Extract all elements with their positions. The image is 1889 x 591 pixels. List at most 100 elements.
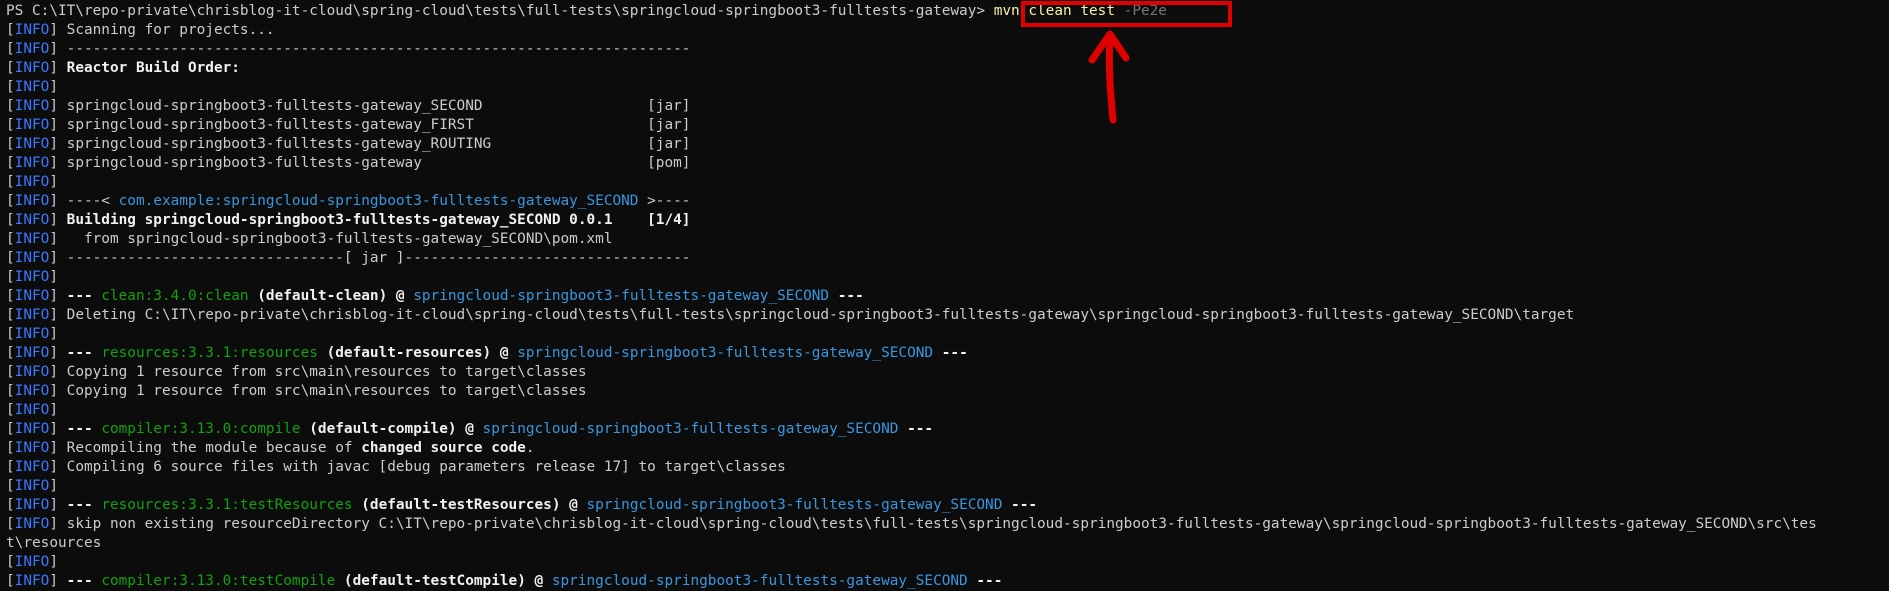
terminal-text: [ <box>6 326 15 342</box>
terminal-text: ] <box>49 402 58 418</box>
terminal-text: --- <box>967 573 1003 589</box>
terminal-text: clean:3.4.0:clean <box>101 288 249 304</box>
terminal-text: @ <box>456 421 483 437</box>
terminal-text: com.example:springcloud-springboot3-full… <box>118 193 639 209</box>
terminal-text: [ <box>6 573 15 589</box>
log-level-label: INFO <box>14 364 50 380</box>
terminal-text: --- <box>1002 497 1038 513</box>
terminal-text: resources:3.3.1:testResources <box>101 497 353 513</box>
terminal-text: (default-clean) <box>248 288 388 304</box>
terminal-line: [INFO] Building springcloud-springboot3-… <box>6 211 1886 230</box>
terminal-text: [ <box>6 212 15 228</box>
terminal-text: [ <box>6 136 15 152</box>
log-level-label: INFO <box>14 231 50 247</box>
terminal-text: ] Deleting C:\IT\repo-private\chrisblog-… <box>49 307 1575 323</box>
log-level-label: INFO <box>14 516 50 532</box>
terminal-line: [INFO] --------------------------------[… <box>6 249 1886 268</box>
terminal-line: [INFO] Copying 1 resource from src\main\… <box>6 382 1886 401</box>
terminal-text: ] <box>49 288 67 304</box>
terminal-text: @ <box>387 288 414 304</box>
terminal-text: --- <box>933 345 968 361</box>
terminal-text: [ <box>6 98 15 114</box>
terminal-text: changed source code <box>361 440 526 456</box>
terminal-line: [INFO] <box>6 477 1886 496</box>
terminal-text: ] springcloud-springboot3-fulltests-gate… <box>49 136 691 152</box>
terminal-text: [ <box>6 402 15 418</box>
terminal-line: [INFO] <box>6 553 1886 572</box>
log-level-label: INFO <box>14 307 50 323</box>
terminal-text: ] <box>49 573 67 589</box>
terminal-line: [INFO] springcloud-springboot3-fulltests… <box>6 97 1886 116</box>
terminal-text: [ <box>6 269 15 285</box>
terminal-text: ] <box>49 421 67 437</box>
terminal-text: [ <box>6 250 15 266</box>
terminal-text: ] ----< <box>49 193 119 209</box>
terminal-text: [ <box>6 288 15 304</box>
terminal-output[interactable]: PS C:\IT\repo-private\chrisblog-it-cloud… <box>6 2 1886 591</box>
terminal-text: [ <box>6 497 15 513</box>
terminal-line: [INFO] springcloud-springboot3-fulltests… <box>6 154 1886 173</box>
terminal-text: ] springcloud-springboot3-fulltests-gate… <box>49 98 691 114</box>
terminal-text: [ <box>6 345 15 361</box>
terminal-text: --- <box>66 421 102 437</box>
terminal-text: ] Copying 1 resource from src\main\resou… <box>49 364 587 380</box>
log-level-label: INFO <box>14 22 50 38</box>
log-level-label: INFO <box>14 174 50 190</box>
log-level-label: INFO <box>14 212 50 228</box>
log-level-label: INFO <box>14 193 50 209</box>
terminal-text: ] Compiling 6 source files with javac [d… <box>49 459 786 475</box>
terminal-text: springcloud-springboot3-fulltests-gatewa… <box>586 497 1003 513</box>
terminal-text: springcloud-springboot3-fulltests-gatewa… <box>482 421 899 437</box>
terminal-line: [INFO] <box>6 173 1886 192</box>
terminal-text: resources:3.3.1:resources <box>101 345 318 361</box>
terminal-line: [INFO] springcloud-springboot3-fulltests… <box>6 116 1886 135</box>
log-level-label: INFO <box>14 98 50 114</box>
terminal-text: compiler:3.13.0:testCompile <box>101 573 336 589</box>
log-level-label: INFO <box>14 41 50 57</box>
terminal-text: ] <box>49 326 58 342</box>
terminal-text: ] springcloud-springboot3-fulltests-gate… <box>49 117 691 133</box>
terminal-text: [ <box>6 22 15 38</box>
terminal-text: (default-testCompile) <box>335 573 526 589</box>
terminal-text: ] <box>49 79 58 95</box>
terminal-text: [ <box>6 516 15 532</box>
terminal-text: ] Copying 1 resource from src\main\resou… <box>49 383 587 399</box>
terminal-line: [INFO] ---------------------------------… <box>6 40 1886 59</box>
terminal-text: [ <box>6 117 15 133</box>
terminal-line: [INFO] skip non existing resourceDirecto… <box>6 515 1886 534</box>
terminal-text: [ <box>6 41 15 57</box>
terminal-text: Building springcloud-springboot3-fulltes… <box>66 212 691 228</box>
log-level-label: INFO <box>14 573 50 589</box>
terminal-text: ] <box>49 60 67 76</box>
terminal-text: [ <box>6 459 15 475</box>
log-level-label: INFO <box>14 269 50 285</box>
log-level-label: INFO <box>14 554 50 570</box>
terminal-text: . <box>525 440 535 456</box>
terminal-text: [ <box>6 60 15 76</box>
terminal-text: --- <box>66 573 102 589</box>
terminal-line: [INFO] Compiling 6 source files with jav… <box>6 458 1886 477</box>
terminal-text: [ <box>6 193 15 209</box>
terminal-text: t\resources <box>6 535 102 551</box>
log-level-label: INFO <box>14 155 50 171</box>
log-level-label: INFO <box>14 60 50 76</box>
log-level-label: INFO <box>14 402 50 418</box>
log-level-label: INFO <box>14 478 50 494</box>
terminal-line: [INFO] <box>6 325 1886 344</box>
terminal-text: --- <box>66 288 102 304</box>
terminal-text: --- <box>829 288 864 304</box>
terminal-text: springcloud-springboot3-fulltests-gatewa… <box>551 573 968 589</box>
terminal-line: [INFO] Deleting C:\IT\repo-private\chris… <box>6 306 1886 325</box>
terminal-text: --- <box>898 421 934 437</box>
terminal-line: [INFO] springcloud-springboot3-fulltests… <box>6 135 1886 154</box>
terminal-line: t\resources <box>6 534 1886 553</box>
terminal-text: ] from springcloud-springboot3-fulltests… <box>49 231 613 247</box>
terminal-text: ] <box>49 174 58 190</box>
terminal-line: [INFO] --- compiler:3.13.0:compile (defa… <box>6 420 1886 439</box>
terminal-line: [INFO] Recompiling the module because of… <box>6 439 1886 458</box>
terminal-text: ] Scanning for projects... <box>49 22 275 38</box>
terminal-text: [ <box>6 231 15 247</box>
terminal-line: [INFO] from springcloud-springboot3-full… <box>6 230 1886 249</box>
terminal-text: [ <box>6 174 15 190</box>
terminal-text: ] <box>49 345 67 361</box>
